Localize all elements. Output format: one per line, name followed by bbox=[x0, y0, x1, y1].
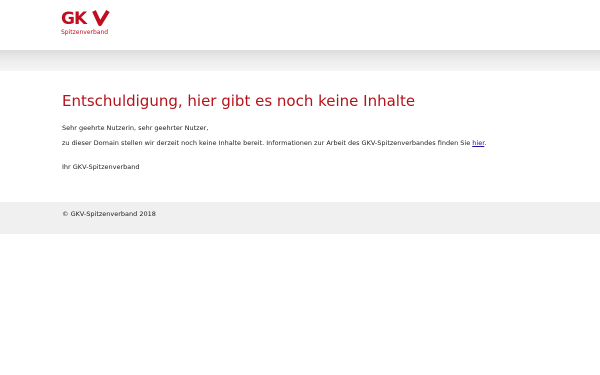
salutation-text: Sehr geehrte Nutzerin, sehr geehrter Nut… bbox=[62, 124, 209, 132]
site-header: GK Spitzenverband bbox=[0, 0, 600, 50]
page-title: Entschuldigung, hier gibt es noch keine … bbox=[62, 92, 416, 110]
message-text: zu dieser Domain stellen wir derzeit noc… bbox=[62, 139, 486, 148]
gkv-logo[interactable]: GK Spitzenverband bbox=[61, 8, 113, 40]
header-band bbox=[0, 50, 600, 71]
message-body: zu dieser Domain stellen wir derzeit noc… bbox=[62, 139, 473, 147]
main-content: Entschuldigung, hier gibt es noch keine … bbox=[0, 71, 600, 202]
copyright-text: © GKV-Spitzenverband 2018 bbox=[62, 210, 156, 218]
site-footer: © GKV-Spitzenverband 2018 bbox=[0, 202, 600, 234]
svg-text:GK: GK bbox=[61, 9, 88, 28]
logo-subtitle: Spitzenverband bbox=[61, 29, 109, 36]
signature-text: Ihr GKV-Spitzenverband bbox=[62, 163, 140, 171]
info-link[interactable]: hier bbox=[472, 139, 484, 147]
gkv-logo-mark: GK bbox=[61, 9, 110, 29]
message-end: . bbox=[484, 139, 487, 147]
